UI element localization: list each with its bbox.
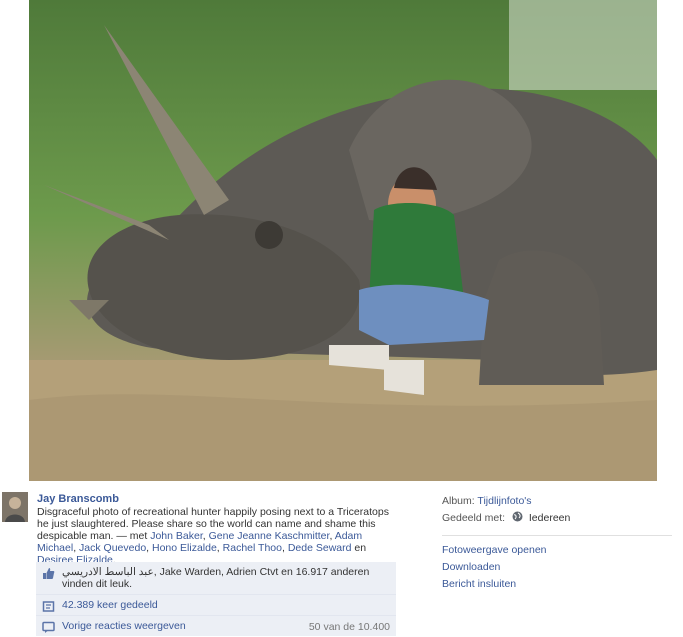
comments-row: Vorige reacties weergeven 50 van de 10.4… (36, 616, 396, 636)
tagged-person-link[interactable]: Hono Elizalde (152, 542, 217, 554)
photo-info-sidebar: Album: Tijdlijnfoto's Gedeeld met: Ieder… (442, 493, 682, 593)
globe-icon[interactable] (512, 511, 523, 522)
shared-with-label: Gedeeld met: (442, 512, 506, 524)
thumbs-up-icon[interactable] (42, 567, 55, 580)
tagged-person-link[interactable]: John Baker (150, 530, 203, 542)
share-icon (42, 600, 55, 613)
download-link[interactable]: Downloaden (442, 559, 682, 576)
divider (442, 535, 672, 536)
tagged-person-link[interactable]: Gene Jeanne Kaschmitter (209, 530, 330, 542)
shares-row: 42.389 keer gedeeld (36, 595, 396, 616)
album-link[interactable]: Tijdlijnfoto's (477, 495, 531, 507)
likes-summary[interactable]: عبد الباسط الادريسي, Jake Warden, Adrien… (62, 566, 369, 590)
triceratops-photo (29, 0, 657, 481)
likes-row: عبد الباسط الادريسي, Jake Warden, Adrien… (36, 562, 396, 595)
author-name-link[interactable]: Jay Branscomb (37, 493, 119, 505)
privacy-value[interactable]: Iedereen (529, 512, 570, 524)
shared-with-row: Gedeeld met: Iedereen (442, 510, 682, 527)
tagged-person-link[interactable]: Dede Seward (288, 542, 352, 554)
album-label: Album: (442, 495, 475, 507)
profile-picture-icon (2, 492, 28, 522)
ufi-panel: عبد الباسط الادريسي, Jake Warden, Adrien… (36, 562, 396, 636)
view-previous-comments-link[interactable]: Vorige reacties weergeven (62, 620, 186, 632)
avatar[interactable] (2, 492, 28, 522)
comment-count: 50 van de 10.400 (308, 621, 390, 633)
comment-icon (42, 621, 55, 634)
shares-count-link[interactable]: 42.389 keer gedeeld (62, 599, 158, 611)
tagged-person-link[interactable]: Rachel Thoo (223, 542, 282, 554)
post-caption: Disgraceful photo of recreational hunter… (37, 506, 389, 566)
album-row: Album: Tijdlijnfoto's (442, 493, 682, 510)
open-photo-viewer-link[interactable]: Fotoweergave openen (442, 542, 682, 559)
post-photo[interactable] (29, 0, 657, 481)
tagged-person-link[interactable]: Jack Quevedo (79, 542, 146, 554)
embed-post-link[interactable]: Bericht insluiten (442, 576, 682, 593)
